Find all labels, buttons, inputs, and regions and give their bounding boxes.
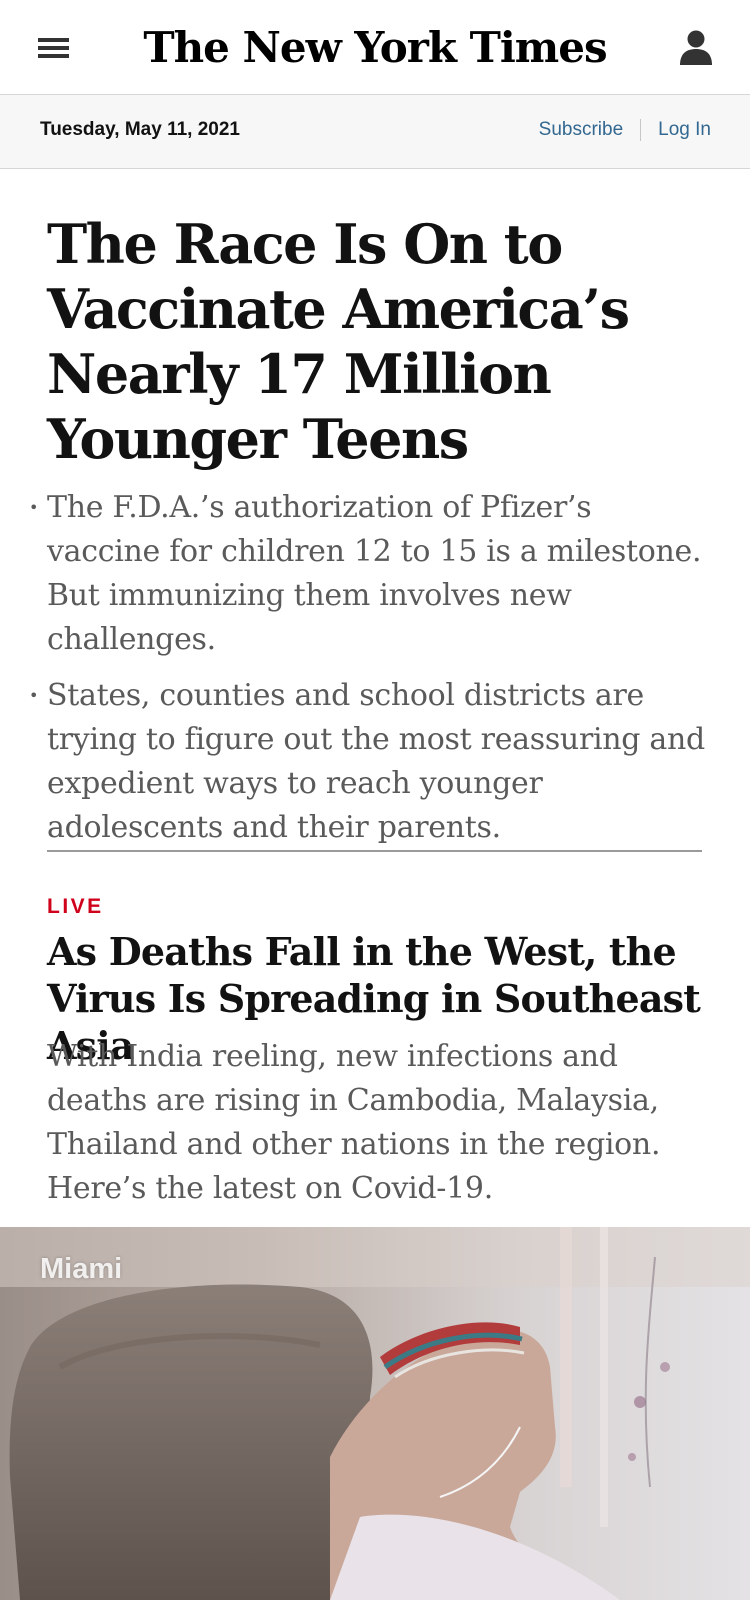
- live-kicker: LIVE: [47, 895, 104, 918]
- lead-story-bullet[interactable]: States, counties and school districts ar…: [29, 674, 707, 850]
- nyt-logo[interactable]: The New York Times: [0, 22, 750, 74]
- lead-story-bullet[interactable]: The F.D.A.’s authorization of Pfizer’s v…: [29, 486, 707, 662]
- lead-story-headline[interactable]: The Race Is On to Vaccinate America’s Ne…: [47, 212, 727, 472]
- masthead: The New York Times: [0, 0, 750, 95]
- story-divider: [47, 850, 702, 852]
- date-bar: Tuesday, May 11, 2021 Subscribe Log In: [0, 95, 750, 169]
- auth-links: Subscribe Log In: [539, 119, 711, 141]
- photo-location-label: Miami: [40, 1253, 123, 1285]
- current-date: Tuesday, May 11, 2021: [40, 119, 240, 140]
- story-photo[interactable]: Miami: [0, 1227, 750, 1600]
- login-link[interactable]: Log In: [658, 119, 711, 141]
- lead-story-summary-list: The F.D.A.’s authorization of Pfizer’s v…: [29, 486, 707, 862]
- subscribe-link[interactable]: Subscribe: [539, 119, 624, 141]
- second-story-summary[interactable]: With India reeling, new infections and d…: [47, 1035, 717, 1211]
- link-divider: [640, 119, 642, 141]
- user-account-icon[interactable]: [679, 29, 713, 65]
